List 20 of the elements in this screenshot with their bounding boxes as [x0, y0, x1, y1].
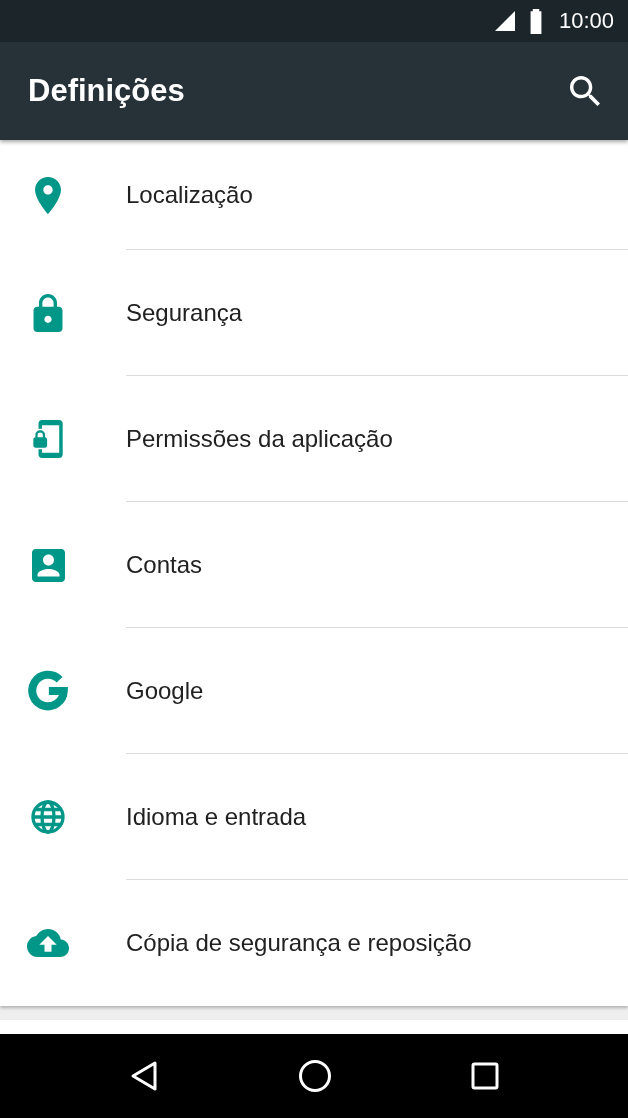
clock-time: 10:00 [558, 8, 614, 34]
lock-icon [33, 294, 63, 332]
settings-item[interactable]: Idioma e entrada [0, 754, 628, 880]
globe-icon [30, 799, 66, 835]
search-icon[interactable] [570, 76, 600, 106]
back-icon[interactable] [129, 1060, 160, 1092]
settings-item[interactable]: Cópia de segurança e reposição [0, 880, 628, 1006]
page-title: Definições [28, 73, 185, 109]
recents-icon[interactable] [470, 1062, 499, 1090]
google-g-icon [27, 670, 69, 712]
location-pin-icon [35, 176, 61, 214]
account-icon [31, 548, 65, 582]
settings-item[interactable]: Contas [0, 502, 628, 628]
settings-item[interactable]: Localização [0, 140, 628, 250]
cloud-upload-icon [27, 929, 69, 957]
settings-item[interactable]: Permissões da aplicação [0, 376, 628, 502]
settings-item[interactable]: Google [0, 628, 628, 754]
settings-item[interactable]: Segurança [0, 250, 628, 376]
phone-lock-icon [33, 420, 63, 458]
home-icon[interactable] [298, 1059, 332, 1093]
